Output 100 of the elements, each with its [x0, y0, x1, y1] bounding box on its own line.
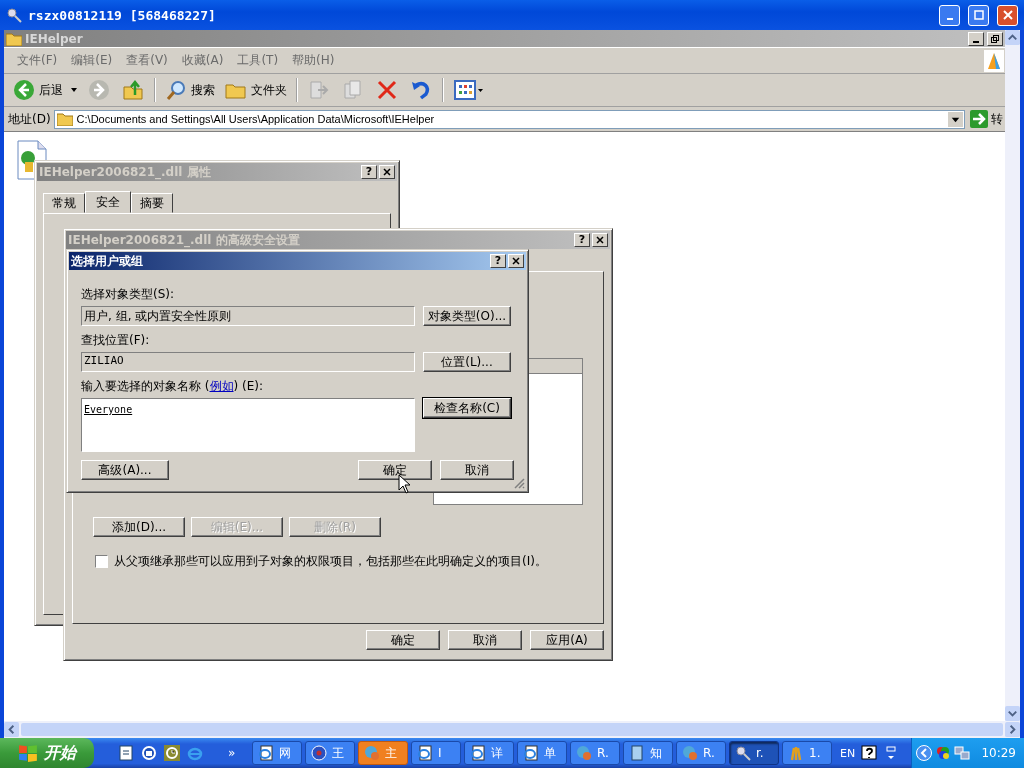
ie-icon [258, 745, 274, 761]
notepad-icon [629, 745, 645, 761]
menu-item[interactable]: 文件(F) [10, 52, 65, 69]
ie-icon [417, 745, 433, 761]
taskbar-button[interactable]: I [411, 741, 461, 765]
more-chevron[interactable]: » [228, 746, 236, 760]
close-button[interactable] [508, 254, 524, 268]
maximize-button[interactable] [968, 4, 989, 26]
taskbar-button[interactable]: 知 [623, 741, 673, 765]
clock: 10:29 [981, 746, 1016, 760]
minimize-icon [973, 40, 979, 43]
close-icon [512, 257, 520, 265]
tab[interactable]: 安全 [85, 191, 131, 213]
menu-item[interactable]: 查看(V) [119, 52, 175, 69]
globe-icon [364, 745, 380, 761]
close-icon [383, 168, 391, 176]
ie-icon [470, 745, 486, 761]
minimize-button[interactable] [968, 31, 984, 46]
address-field[interactable]: C:\Documents and Settings\All Users\Application Data\Microsoft\IEHelper [53, 109, 965, 129]
go-arrow-icon [970, 110, 988, 128]
up-folder-icon[interactable] [122, 79, 144, 101]
menu-item[interactable]: 工具(T) [230, 52, 286, 69]
cancel-button[interactable]: 取消 [440, 460, 514, 480]
restore-icon [991, 34, 999, 43]
examples-link[interactable]: 例如 [209, 379, 234, 393]
location-field: ZILIAO [81, 352, 415, 372]
mouse-pointer-icon [398, 474, 410, 494]
taskbar-button[interactable]: 王 [305, 741, 355, 765]
start-button[interactable]: 开始 [0, 738, 94, 768]
field-label: 输入要选择的对象名称 (例如) (E): [81, 378, 264, 395]
taskbar-button[interactable]: R. [676, 741, 726, 765]
scroll-left-icon[interactable] [4, 722, 19, 737]
close-button[interactable] [997, 4, 1018, 26]
round-logo-icon[interactable] [141, 745, 157, 761]
field-label: 查找位置(F): [81, 332, 151, 349]
dialog-button[interactable]: 应用(A) [530, 630, 604, 650]
folder-icon [56, 112, 73, 126]
scroll-up-icon[interactable] [1005, 30, 1020, 45]
back-button[interactable]: 后退 [10, 76, 80, 104]
windows-flag-icon [18, 743, 38, 763]
explorer-title: IEHelper [25, 31, 83, 46]
help-icon[interactable] [861, 745, 878, 761]
taskbar-button[interactable]: r. [729, 741, 779, 765]
checkbox[interactable] [95, 555, 108, 568]
views-icon[interactable] [454, 79, 484, 101]
language-indicator[interactable]: EN [840, 746, 856, 760]
vertical-scrollbar[interactable] [1005, 30, 1020, 721]
close-icon [596, 236, 604, 244]
taskbar-button[interactable]: 网 [252, 741, 302, 765]
ie-icon [523, 745, 539, 761]
menu-item[interactable]: 收藏(A) [174, 52, 231, 69]
globe-icon [682, 745, 698, 761]
field-label: 选择对象类型(S): [81, 286, 176, 303]
colored-circles-icon[interactable] [935, 745, 952, 761]
object-names-field[interactable]: Everyone [81, 398, 415, 452]
resize-grip-icon[interactable] [513, 477, 525, 489]
magnifier-icon [6, 7, 22, 23]
disc-icon [311, 745, 327, 761]
ok-button[interactable]: 确定 [358, 460, 432, 480]
clock-icon[interactable] [164, 745, 180, 761]
minimize-icon [946, 18, 953, 20]
dialog-button[interactable]: 确定 [366, 630, 440, 650]
window-title: rszx00812119 [568468227] [28, 7, 216, 23]
minimize-button[interactable] [939, 4, 960, 26]
undo-icon[interactable] [410, 79, 432, 101]
scroll-down-icon[interactable] [1005, 706, 1020, 721]
network-icon[interactable] [954, 745, 971, 761]
taskbar-button[interactable]: 1. [782, 741, 832, 765]
search-button[interactable]: 搜索 [162, 76, 218, 104]
check-names-button[interactable]: 检查名称(C) [423, 398, 511, 418]
dialog-button[interactable]: 添加(D)... [93, 517, 185, 537]
globe-icon [576, 745, 592, 761]
document-icon[interactable] [118, 745, 134, 761]
tab[interactable]: 常规 [43, 193, 85, 213]
taskbar-button[interactable]: R. [570, 741, 620, 765]
delete-icon[interactable] [376, 79, 398, 101]
go-button[interactable]: 转 [968, 110, 1005, 128]
dialog-button[interactable]: 取消 [448, 630, 522, 650]
restore-button[interactable] [987, 31, 1003, 46]
menu-item[interactable]: 帮助(H) [285, 52, 342, 69]
advanced-button[interactable]: 高级(A)... [81, 460, 169, 480]
object-type-field: 用户, 组, 或内置安全性原则 [81, 306, 415, 326]
address-label: 地址(D) [8, 110, 51, 128]
locations-button[interactable]: 位置(L)... [423, 352, 511, 372]
object-types-button[interactable]: 对象类型(O)... [423, 306, 511, 326]
scroll-right-icon[interactable] [1005, 722, 1020, 737]
caret-icon [71, 88, 77, 92]
dialog-title: IEHelper2006821_.dll 的高级安全设置 [68, 231, 300, 249]
tab[interactable]: 摘要 [131, 193, 173, 213]
help-button[interactable]: ? [490, 254, 506, 268]
taskbar-button[interactable]: 详 [464, 741, 514, 765]
taskbar-button[interactable]: 单 [517, 741, 567, 765]
folders-button[interactable]: 文件夹 [222, 76, 290, 104]
pencils-icon [788, 745, 804, 761]
menu-item[interactable]: 编辑(E) [64, 52, 120, 69]
close-icon [1002, 10, 1013, 20]
checkbox-label: 从父项继承那些可以应用到子对象的权限项目，包括那些在此明确定义的项目(I)。 [114, 553, 547, 570]
dialog-title: 选择用户或组 [71, 252, 143, 270]
magnifier-icon [735, 745, 751, 761]
search-icon [165, 79, 187, 101]
